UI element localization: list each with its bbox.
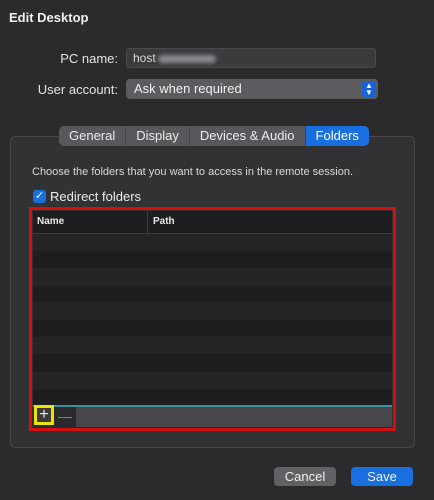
user-account-select[interactable]: Ask when required ▲ ▼ xyxy=(126,79,378,99)
tab-devices-audio[interactable]: Devices & Audio xyxy=(190,126,306,146)
folders-description: Choose the folders that you want to acce… xyxy=(32,166,354,178)
user-account-value: Ask when required xyxy=(134,81,242,96)
pc-name-value: host xyxy=(133,51,156,65)
checkmark-icon: ✓ xyxy=(34,190,45,202)
redirect-folders-label[interactable]: Redirect folders xyxy=(50,189,141,204)
tab-bar: General Display Devices & Audio Folders xyxy=(59,126,369,146)
highlight-frame-red xyxy=(29,207,396,431)
pc-name-label: PC name: xyxy=(60,51,118,66)
tab-display[interactable]: Display xyxy=(126,126,190,146)
pc-name-field[interactable]: host xyxy=(126,48,376,68)
tab-folders[interactable]: Folders xyxy=(305,126,369,146)
window-title: Edit Desktop xyxy=(9,10,89,25)
save-button[interactable]: Save xyxy=(351,467,413,486)
tab-general[interactable]: General xyxy=(59,126,127,146)
redacted-text xyxy=(157,54,216,63)
redirect-folders-checkbox[interactable]: ✓ xyxy=(33,190,46,203)
cancel-button[interactable]: Cancel xyxy=(274,467,336,486)
user-account-label: User account: xyxy=(37,82,118,97)
select-arrows-icon: ▲ ▼ xyxy=(362,81,376,97)
